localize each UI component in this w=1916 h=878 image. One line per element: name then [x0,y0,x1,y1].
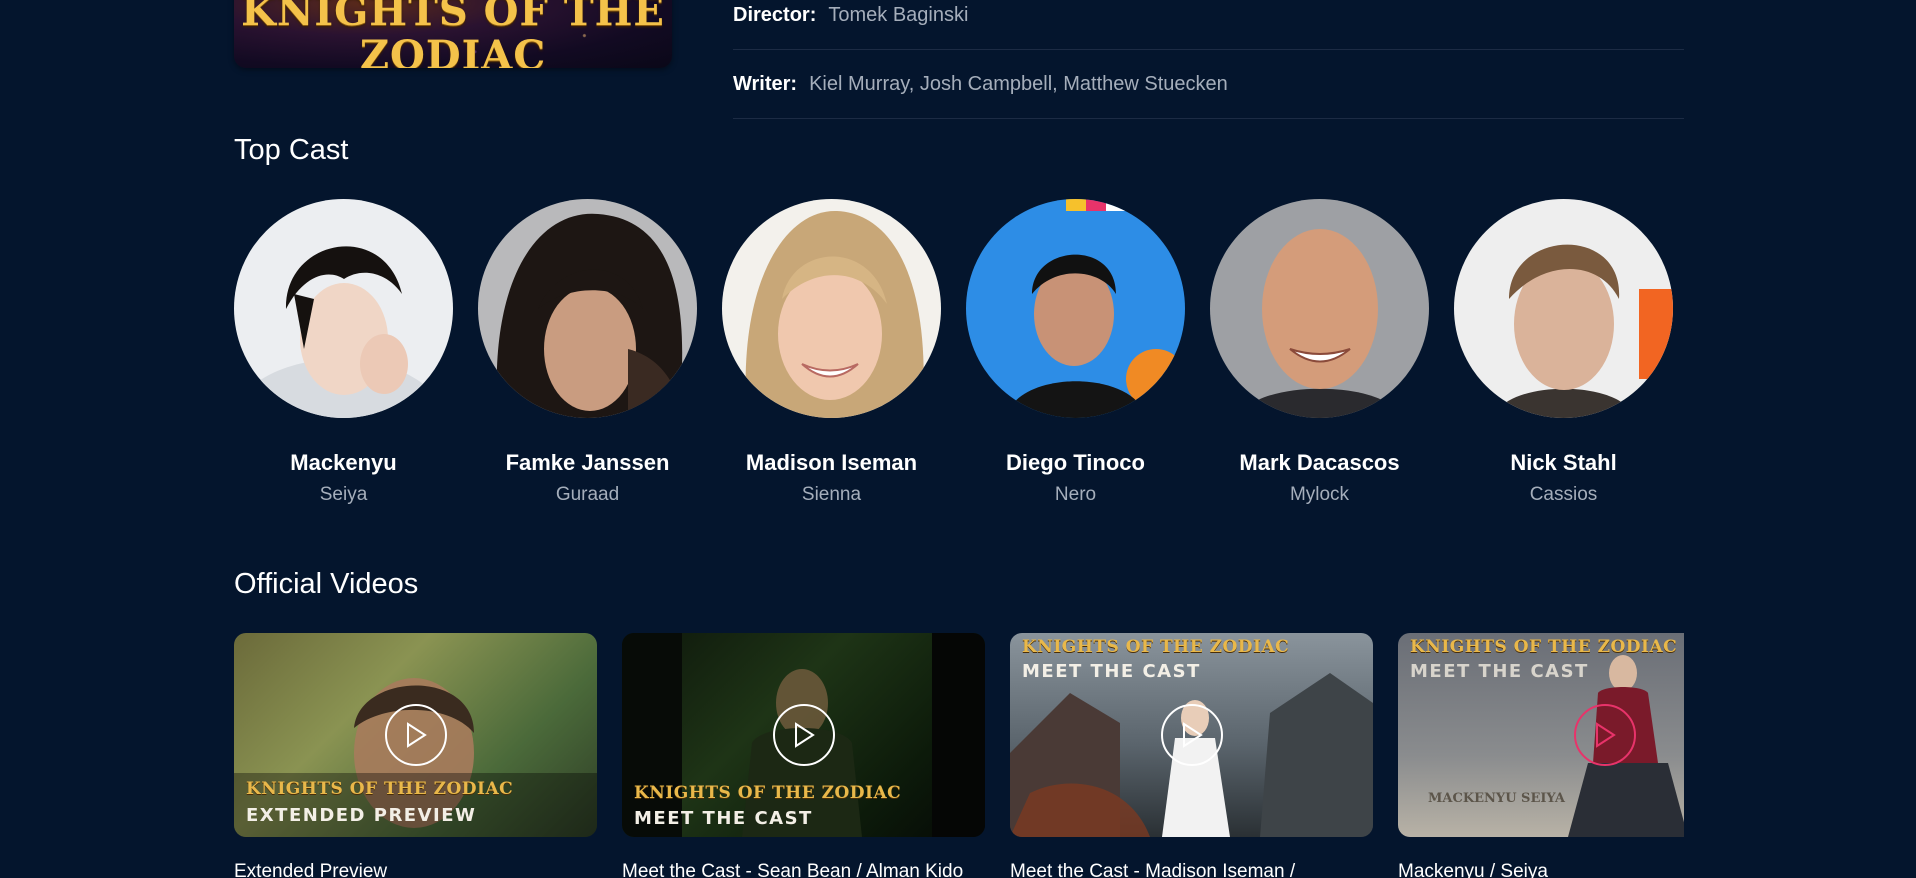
poster-logo: KNIGHTS OF THE ZODIAC [241,0,665,68]
video-card[interactable]: KNIGHTS OF THE ZODIAC MEET THE CAST Meet… [1010,633,1373,878]
cast-card-famke-janssen[interactable]: Famke Janssen Guraad [478,199,697,506]
movie-poster: KNIGHTS OF THE ZODIAC [234,0,672,68]
thumbnail-caption: EXTENDED PREVIEW [246,805,477,826]
cast-name[interactable]: Mark Dacascos [1210,450,1429,476]
cast-card-mackenyu[interactable]: Mackenyu Seiya [234,199,453,506]
official-videos-heading: Official Videos [234,568,419,600]
play-icon [1595,722,1616,748]
cast-name[interactable]: Famke Janssen [478,450,697,476]
cast-photo[interactable] [966,199,1185,418]
thumbnail-watermark: MACKENYU SEIYA [1428,791,1565,806]
video-title[interactable]: Mackenyu / Seiya [1398,861,1684,878]
cast-card-diego-tinoco[interactable]: Diego Tinoco Nero [966,199,1185,506]
video-card[interactable]: KNIGHTS OF THE ZODIAC MEET THE CAST Meet… [622,633,985,878]
video-list: KNIGHTS OF THE ZODIAC EXTENDED PREVIEW E… [234,633,1684,878]
thumbnail-caption: MEET THE CAST [634,808,813,829]
movie-details-page: KNIGHTS OF THE ZODIAC Director: Tomek Ba… [0,0,1916,878]
cast-name[interactable]: Nick Stahl [1454,450,1673,476]
video-title[interactable]: Meet the Cast - Sean Bean / Alman Kido [622,861,985,878]
writer-label: Writer: [733,72,798,95]
cast-photo[interactable] [1454,199,1673,418]
director-value[interactable]: Tomek Baginski [828,4,968,27]
cast-name[interactable]: Mackenyu [234,450,453,476]
cast-photo[interactable] [722,199,941,418]
play-button[interactable] [772,704,835,766]
video-card[interactable]: KNIGHTS OF THE ZODIAC EXTENDED PREVIEW E… [234,633,597,878]
director-label: Director: [733,3,817,26]
video-thumbnail[interactable]: KNIGHTS OF THE ZODIAC EXTENDED PREVIEW [234,633,597,837]
video-title[interactable]: Meet the Cast - Madison Iseman / [1010,861,1373,878]
cast-name[interactable]: Diego Tinoco [966,450,1185,476]
cast-list: Mackenyu Seiya Famke Janssen Guraad Madi… [234,199,1684,519]
cast-card-mark-dacascos[interactable]: Mark Dacascos Mylock [1210,199,1429,506]
cast-card-madison-iseman[interactable]: Madison Iseman Sienna [722,199,941,506]
cast-role: Guraad [555,484,620,505]
video-title[interactable]: Extended Preview [234,861,597,878]
cast-role: Nero [1054,484,1097,505]
video-thumbnail[interactable]: KNIGHTS OF THE ZODIAC MEET THE CAST [1010,633,1373,837]
cast-role: Seiya [319,484,368,505]
thumbnail-brand: KNIGHTS OF THE ZODIAC [1410,637,1678,657]
thumbnail-brand: KNIGHTS OF THE ZODIAC [634,783,902,803]
video-thumbnail[interactable]: KNIGHTS OF THE ZODIAC MEET THE CAST [622,633,985,837]
thumbnail-brand: KNIGHTS OF THE ZODIAC [246,779,514,799]
director-row: Director: Tomek Baginski [733,0,1684,50]
video-thumbnail[interactable]: KNIGHTS OF THE ZODIAC MEET THE CAST MACK… [1398,633,1684,837]
video-card[interactable]: KNIGHTS OF THE ZODIAC MEET THE CAST MACK… [1398,633,1684,878]
thumbnail-caption: MEET THE CAST [1022,661,1201,682]
cast-role: Mylock [1289,484,1350,505]
play-button[interactable] [1573,704,1636,766]
writer-value[interactable]: Kiel Murray, Josh Campbell, Matthew Stue… [809,73,1228,96]
cast-card-nick-stahl[interactable]: Nick Stahl Cassios [1454,199,1673,506]
cast-role: Sienna [801,484,862,505]
play-icon [406,722,427,748]
cast-photo[interactable] [1210,199,1429,418]
writer-row: Writer: Kiel Murray, Josh Campbell, Matt… [733,50,1684,119]
cast-photo[interactable] [234,199,453,418]
cast-role: Cassios [1529,484,1598,505]
thumbnail-caption: MEET THE CAST [1410,661,1589,682]
play-icon [1182,722,1203,748]
play-button[interactable] [1160,704,1223,766]
cast-name[interactable]: Madison Iseman [722,450,941,476]
thumbnail-brand: KNIGHTS OF THE ZODIAC [1022,637,1290,657]
top-cast-heading: Top Cast [234,134,349,166]
play-button[interactable] [384,704,447,766]
play-icon [794,722,815,748]
cast-photo[interactable] [478,199,697,418]
